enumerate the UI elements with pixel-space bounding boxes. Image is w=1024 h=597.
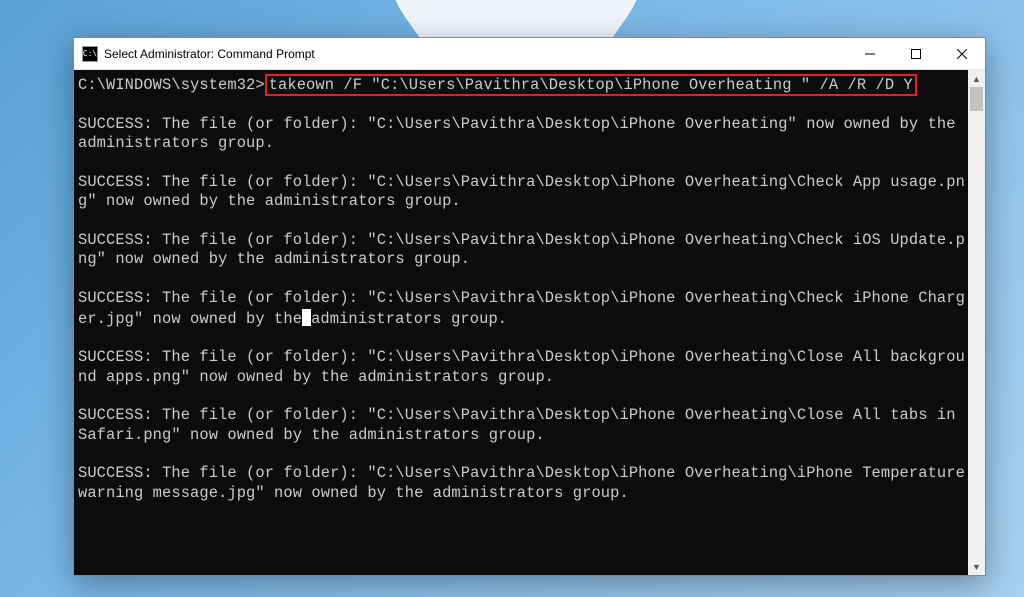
minimize-button[interactable]	[847, 38, 893, 69]
output-line: SUCCESS: The file (or folder): "C:\Users…	[78, 289, 968, 329]
scroll-down-arrow[interactable]: ▼	[968, 558, 985, 575]
vertical-scrollbar[interactable]: ▲ ▼	[968, 70, 985, 575]
maximize-button[interactable]	[893, 38, 939, 69]
titlebar[interactable]: C:\ Select Administrator: Command Prompt	[74, 38, 985, 70]
text-cursor	[302, 309, 311, 326]
output-line: SUCCESS: The file (or folder): "C:\Users…	[78, 231, 968, 270]
output-line: SUCCESS: The file (or folder): "C:\Users…	[78, 115, 968, 154]
cmd-icon: C:\	[82, 46, 98, 62]
scroll-track[interactable]	[968, 87, 985, 558]
output-line: SUCCESS: The file (or folder): "C:\Users…	[78, 464, 968, 503]
scroll-thumb[interactable]	[970, 87, 983, 111]
output-line: SUCCESS: The file (or folder): "C:\Users…	[78, 406, 968, 445]
output-line: SUCCESS: The file (or folder): "C:\Users…	[78, 173, 968, 212]
close-button[interactable]	[939, 38, 985, 69]
cmd-window: C:\ Select Administrator: Command Prompt…	[73, 37, 986, 576]
console-output[interactable]: C:\WINDOWS\system32>takeown /F "C:\Users…	[74, 70, 968, 575]
output-line: SUCCESS: The file (or folder): "C:\Users…	[78, 348, 968, 387]
scroll-up-arrow[interactable]: ▲	[968, 70, 985, 87]
window-title: Select Administrator: Command Prompt	[104, 47, 847, 61]
highlighted-command: takeown /F "C:\Users\Pavithra\Desktop\iP…	[265, 74, 917, 96]
prompt-path: C:\WINDOWS\system32>	[78, 76, 265, 94]
window-controls	[847, 38, 985, 69]
